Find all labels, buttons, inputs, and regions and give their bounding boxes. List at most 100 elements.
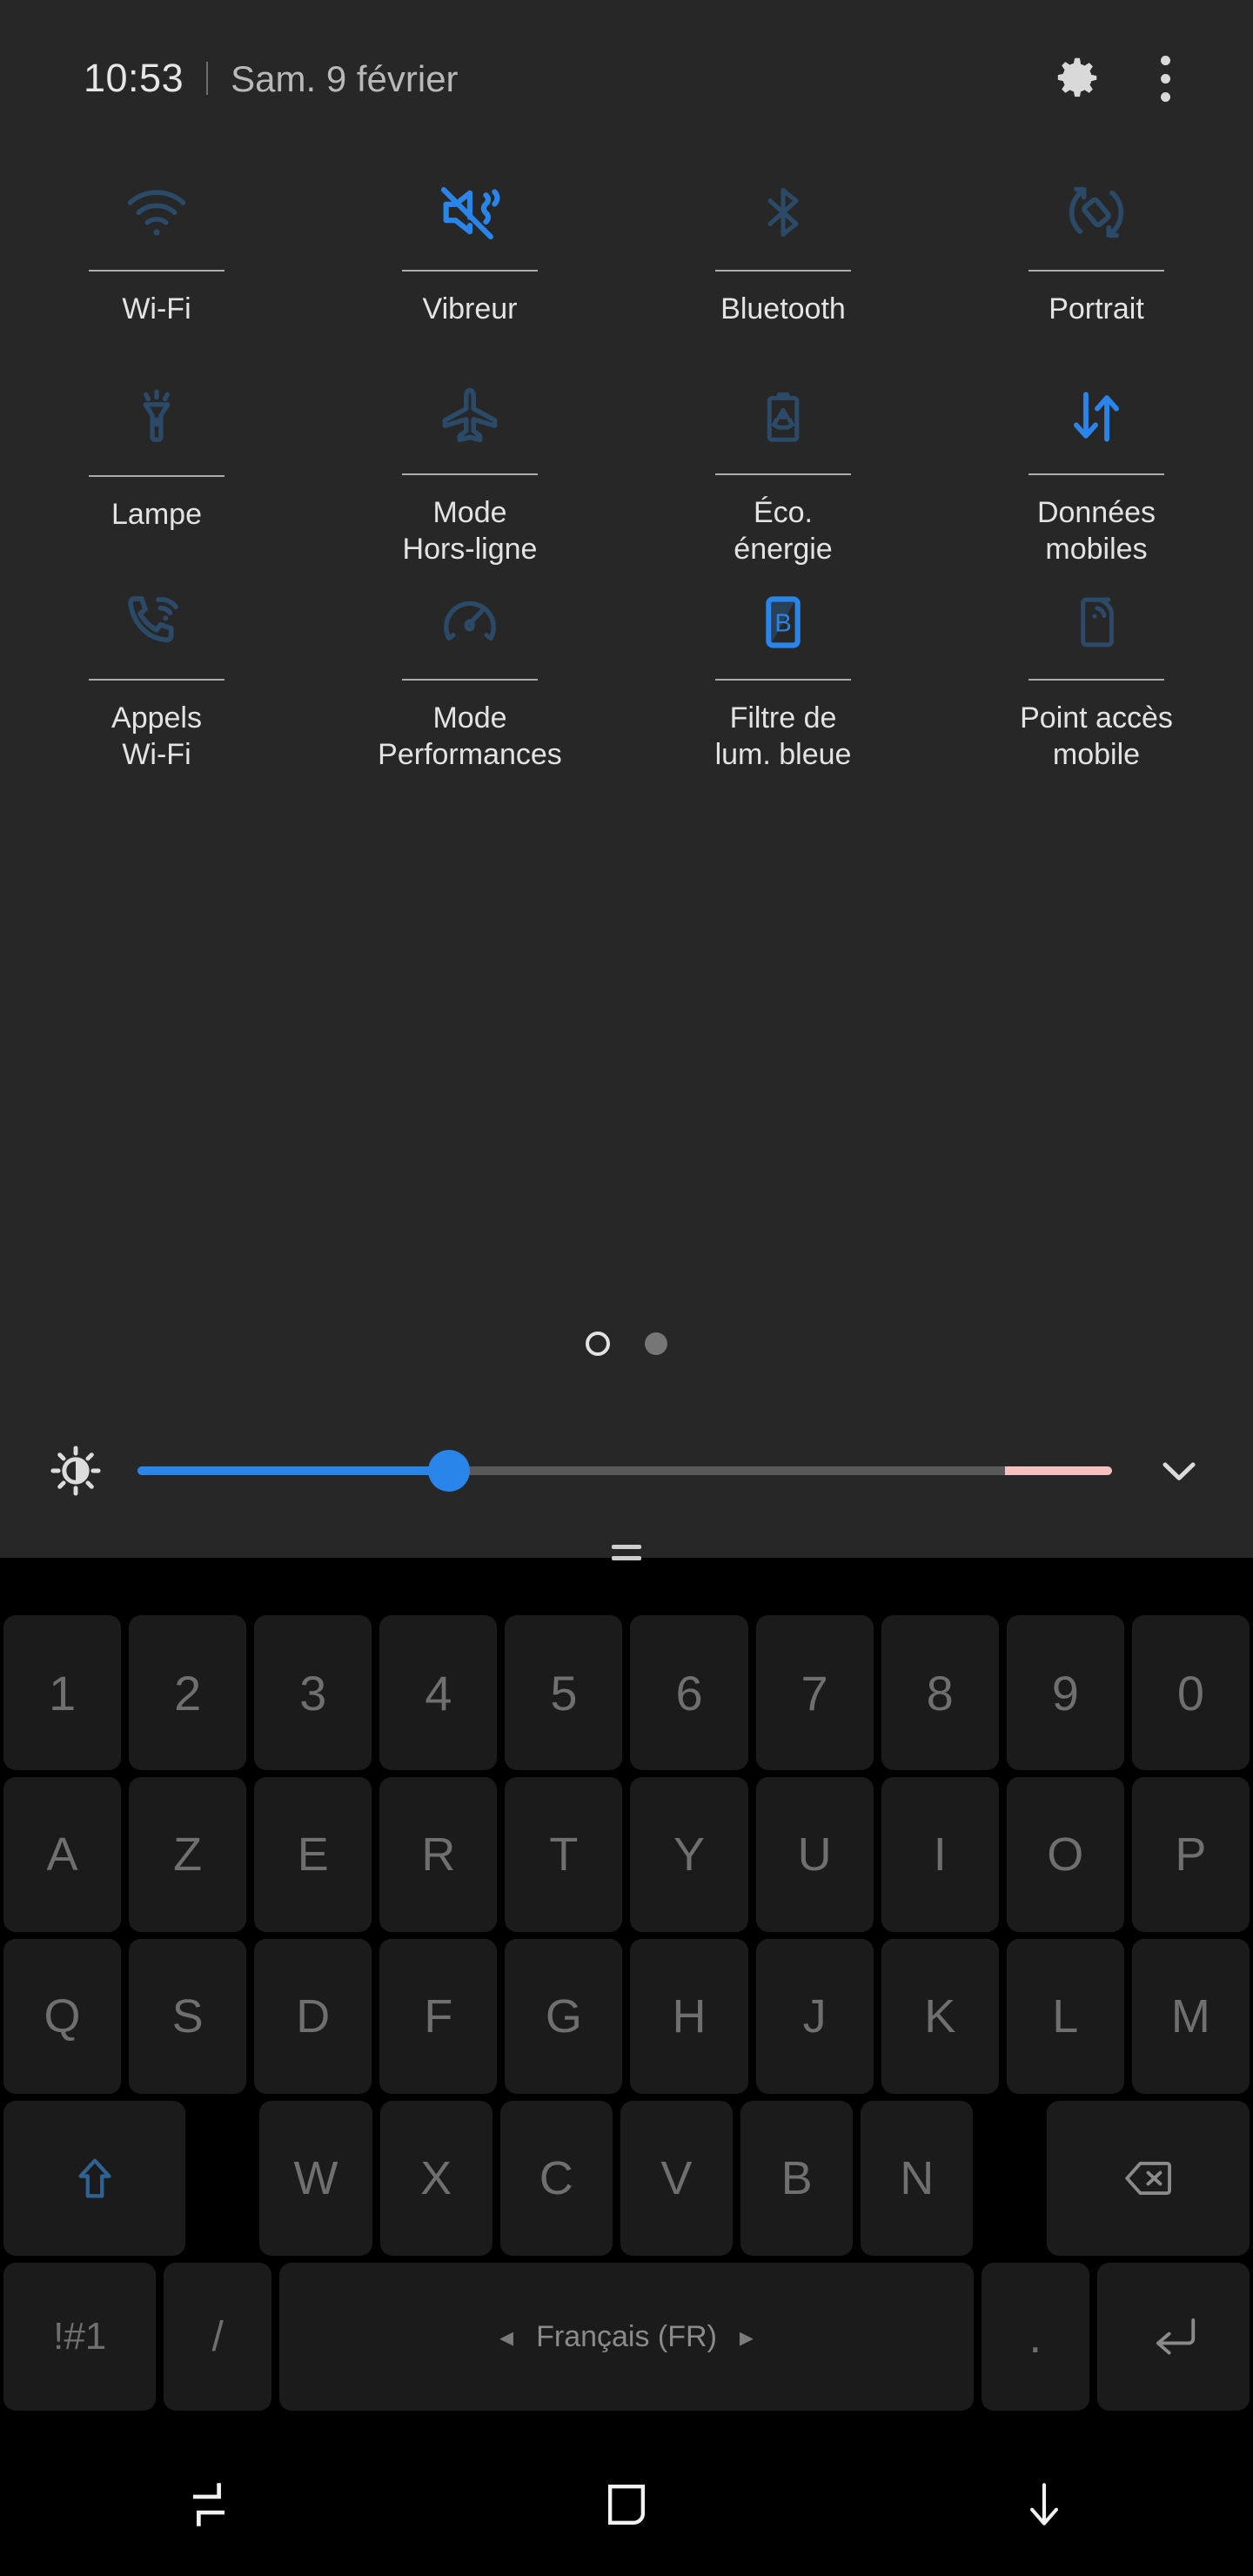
recents-button[interactable] — [0, 2478, 418, 2536]
key-2[interactable]: 2 — [129, 1615, 247, 1770]
key-f[interactable]: F — [379, 1939, 498, 2094]
tile-appels-wifi[interactable]: Appels Wi-Fi — [0, 567, 313, 773]
tile-label: Mode Performances — [378, 701, 562, 771]
row-padding-right — [981, 2101, 1039, 2256]
key-q[interactable]: Q — [3, 1939, 122, 2094]
page-dot-active[interactable] — [586, 1332, 610, 1356]
backspace-key[interactable] — [1047, 2101, 1250, 2256]
page-dot[interactable] — [645, 1332, 667, 1355]
clock: 10:53 — [84, 56, 184, 100]
tile-label: Bluetooth — [720, 292, 846, 325]
quick-settings-tiles: Wi-Fi Vibreur Bluetooth Portrait Lampe M… — [0, 157, 1253, 773]
hide-keyboard-icon — [1017, 2478, 1071, 2536]
key-v[interactable]: V — [620, 2101, 734, 2256]
brightness-icon[interactable] — [24, 1444, 127, 1498]
key-g[interactable]: G — [505, 1939, 623, 2094]
kebab-dot — [1160, 55, 1170, 65]
key-k[interactable]: K — [881, 1939, 999, 2094]
tile-separator — [402, 270, 538, 272]
key-a[interactable]: A — [3, 1777, 122, 1932]
date-label: Sam. 9 février — [231, 58, 459, 99]
period-key[interactable]: . — [981, 2263, 1089, 2411]
symbols-key[interactable]: !#1 — [3, 2263, 157, 2411]
key-0[interactable]: 0 — [1131, 1615, 1250, 1770]
enter-icon — [1146, 2310, 1200, 2364]
key-6[interactable]: 6 — [630, 1615, 748, 1770]
tile-filtre-lumiere-bleue[interactable]: B Filtre de lum. bleue — [626, 567, 940, 773]
wifi-icon — [123, 157, 191, 268]
key-h[interactable]: H — [630, 1939, 748, 2094]
drag-handle-icon[interactable] — [612, 1545, 641, 1560]
key-e[interactable]: E — [254, 1777, 372, 1932]
key-y[interactable]: Y — [630, 1777, 748, 1932]
slash-key[interactable]: / — [164, 2263, 272, 2411]
keyboard-row-numbers: 1 2 3 4 5 6 7 8 9 0 — [3, 1615, 1250, 1770]
next-language-icon[interactable]: ▸ — [740, 2320, 754, 2353]
tile-label: Wi-Fi — [122, 292, 191, 325]
tile-separator — [89, 679, 224, 681]
shift-key[interactable] — [3, 2101, 186, 2256]
tile-wifi[interactable]: Wi-Fi — [0, 157, 313, 362]
slider-thumb[interactable] — [428, 1450, 471, 1492]
key-9[interactable]: 9 — [1006, 1615, 1124, 1770]
enter-key[interactable] — [1096, 2263, 1250, 2411]
key-5[interactable]: 5 — [505, 1615, 623, 1770]
gear-icon[interactable] — [1049, 51, 1103, 105]
key-3[interactable]: 3 — [254, 1615, 372, 1770]
chevron-down-icon[interactable] — [1128, 1445, 1230, 1497]
key-s[interactable]: S — [129, 1939, 247, 2094]
key-8[interactable]: 8 — [881, 1615, 999, 1770]
tile-point-acces-mobile[interactable]: Point accès mobile — [940, 567, 1253, 773]
auto-rotate-icon — [1062, 157, 1131, 268]
tile-eco-energie[interactable]: Éco. énergie — [626, 362, 940, 567]
key-d[interactable]: D — [254, 1939, 372, 2094]
kebab-menu-icon[interactable] — [1145, 51, 1185, 105]
key-l[interactable]: L — [1006, 1939, 1124, 2094]
shift-icon — [70, 2153, 120, 2204]
tile-label: Filtre de lum. bleue — [714, 701, 852, 771]
back-button[interactable] — [835, 2478, 1253, 2536]
tile-vibreur[interactable]: Vibreur — [313, 157, 626, 362]
wifi-calling-icon — [122, 567, 191, 677]
space-key-inner: ◂ Français (FR) ▸ — [499, 2320, 754, 2354]
tile-mode-performances[interactable]: Mode Performances — [313, 567, 626, 773]
key-w[interactable]: W — [259, 2101, 372, 2256]
mobile-data-icon — [1062, 362, 1130, 472]
key-1[interactable]: 1 — [3, 1615, 122, 1770]
key-4[interactable]: 4 — [379, 1615, 498, 1770]
key-p[interactable]: P — [1131, 1777, 1250, 1932]
home-button[interactable] — [418, 2479, 835, 2534]
performance-icon — [437, 567, 503, 677]
key-z[interactable]: Z — [129, 1777, 247, 1932]
status-bar-left: 10:53 Sam. 9 février — [0, 56, 459, 101]
key-x[interactable]: X — [379, 2101, 492, 2256]
key-t[interactable]: T — [505, 1777, 623, 1932]
tile-label: Point accès mobile — [1020, 701, 1173, 771]
key-u[interactable]: U — [755, 1777, 874, 1932]
keyboard-row-bottom: !#1 / ◂ Français (FR) ▸ . — [3, 2263, 1250, 2411]
bluetooth-icon — [752, 157, 814, 268]
airplane-icon — [436, 362, 504, 472]
brightness-slider[interactable] — [137, 1419, 1112, 1523]
tile-label: Éco. énergie — [734, 496, 833, 566]
key-b[interactable]: B — [740, 2101, 854, 2256]
key-o[interactable]: O — [1006, 1777, 1124, 1932]
tile-portrait[interactable]: Portrait — [940, 157, 1253, 362]
key-7[interactable]: 7 — [755, 1615, 874, 1770]
tile-mode-hors-ligne[interactable]: Mode Hors-ligne — [313, 362, 626, 567]
key-r[interactable]: R — [379, 1777, 498, 1932]
key-i[interactable]: I — [881, 1777, 999, 1932]
tile-donnees-mobiles[interactable]: Données mobiles — [940, 362, 1253, 567]
space-key[interactable]: ◂ Français (FR) ▸ — [279, 2263, 974, 2411]
kebab-dot — [1160, 73, 1170, 84]
slider-warn-zone — [1004, 1466, 1112, 1475]
key-j[interactable]: J — [755, 1939, 874, 2094]
key-n[interactable]: N — [861, 2101, 974, 2256]
key-c[interactable]: C — [499, 2101, 613, 2256]
tile-bluetooth[interactable]: Bluetooth — [626, 157, 940, 362]
quick-settings-panel: 10:53 Sam. 9 février Wi-Fi Vibreur Bluet… — [0, 0, 1253, 1560]
tile-separator — [402, 473, 538, 475]
prev-language-icon[interactable]: ◂ — [499, 2320, 513, 2353]
key-m[interactable]: M — [1131, 1939, 1250, 2094]
tile-lampe[interactable]: Lampe — [0, 362, 313, 567]
